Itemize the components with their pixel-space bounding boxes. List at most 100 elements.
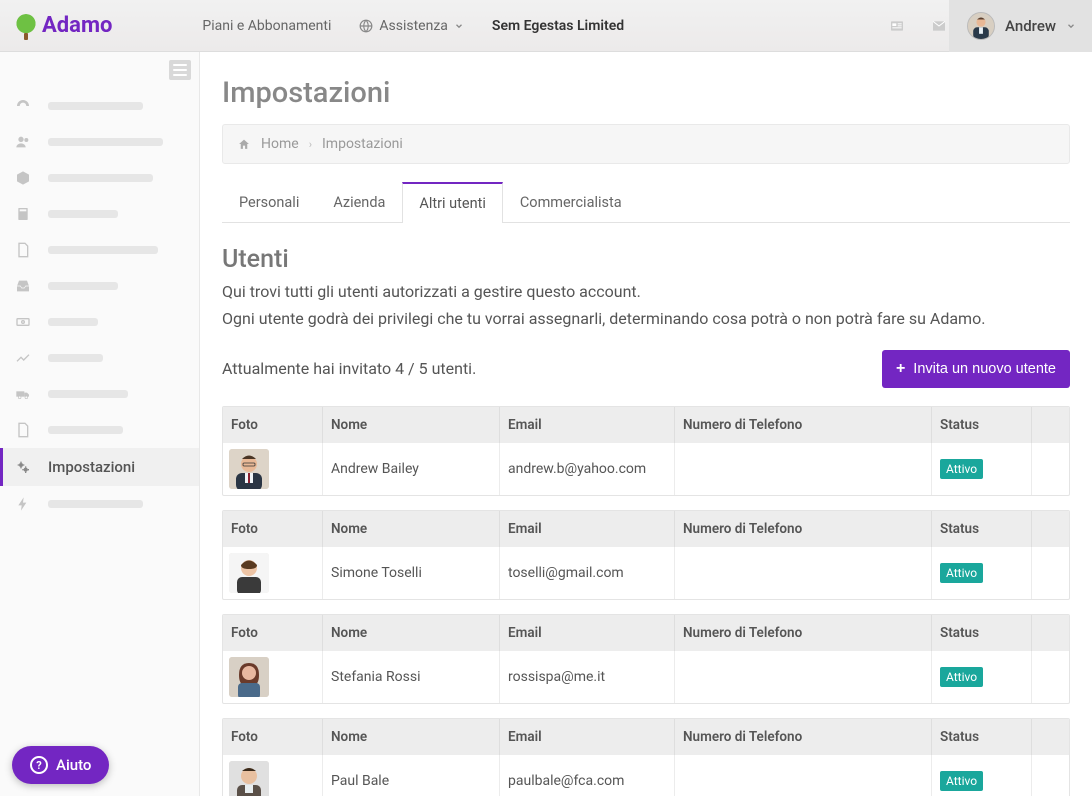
tab-personali[interactable]: Personali [222, 182, 316, 223]
sidebar-item-settings[interactable]: Impostazioni [0, 448, 199, 486]
top-icons [887, 18, 949, 34]
sidebar-item-power[interactable] [0, 486, 199, 522]
gauge-icon [14, 98, 32, 114]
file-icon [14, 242, 32, 258]
users-icon [14, 134, 32, 150]
cell-status: Attivo [932, 651, 1032, 703]
status-badge: Attivo [940, 667, 983, 687]
gears-icon [14, 459, 32, 475]
news-icon[interactable] [887, 18, 907, 34]
nav-assistance[interactable]: Assistenza [359, 18, 464, 34]
col-status: Status [932, 511, 1032, 547]
col-photo: Foto [223, 719, 323, 755]
tabs: Personali Azienda Altri utenti Commercia… [222, 182, 1070, 223]
cell-photo [223, 755, 323, 796]
sidebar-item-reports[interactable] [0, 340, 199, 376]
cell-name: Andrew Bailey [323, 443, 500, 495]
sidebar-item-dashboard[interactable] [0, 88, 199, 124]
brand-logo[interactable]: Adamo [14, 13, 112, 38]
col-email: Email [500, 511, 675, 547]
user-card: Foto Nome Email Numero di Telefono Statu… [222, 406, 1070, 496]
tree-icon [14, 14, 38, 38]
table-row: Simone Toselli toselli@gmail.com Attivo [223, 547, 1069, 599]
cell-email: toselli@gmail.com [500, 547, 675, 599]
cell-status: Attivo [932, 755, 1032, 796]
sidebar-item-customers[interactable] [0, 124, 199, 160]
table-header: Foto Nome Email Numero di Telefono Statu… [223, 615, 1069, 651]
user-card: Foto Nome Email Numero di Telefono Statu… [222, 510, 1070, 600]
cell-photo [223, 651, 323, 703]
nav-plans[interactable]: Piani e Abbonamenti [202, 18, 331, 34]
bolt-icon [14, 496, 32, 512]
sidebar-item-documents[interactable] [0, 412, 199, 448]
chevron-down-icon [454, 21, 464, 31]
cell-email: andrew.b@yahoo.com [500, 443, 675, 495]
sidebar-toggle[interactable] [169, 60, 191, 80]
breadcrumb-current: Impostazioni [322, 136, 403, 152]
avatar [229, 657, 269, 697]
avatar [229, 553, 269, 593]
user-menu[interactable]: Andrew [949, 0, 1092, 52]
user-card: Foto Nome Email Numero di Telefono Statu… [222, 718, 1070, 796]
cell-status: Attivo [932, 547, 1032, 599]
row-actions[interactable] [1032, 547, 1062, 599]
tab-altri-utenti[interactable]: Altri utenti [402, 182, 502, 223]
calculator-icon [14, 206, 32, 222]
inbox-icon [14, 278, 32, 294]
sidebar-item-receipts[interactable] [0, 268, 199, 304]
col-phone: Numero di Telefono [675, 615, 932, 651]
col-phone: Numero di Telefono [675, 511, 932, 547]
brand-name: Adamo [42, 13, 112, 38]
truck-icon [14, 386, 32, 402]
cell-photo [223, 443, 323, 495]
cell-name: Stefania Rossi [323, 651, 500, 703]
col-email: Email [500, 407, 675, 443]
row-actions[interactable] [1032, 651, 1062, 703]
col-phone: Numero di Telefono [675, 719, 932, 755]
col-email: Email [500, 615, 675, 651]
cell-phone [675, 651, 932, 703]
sidebar-item-quotes[interactable] [0, 196, 199, 232]
sidebar-item-products[interactable] [0, 160, 199, 196]
cell-email: paulbale@fca.com [500, 755, 675, 796]
sidebar: Impostazioni [0, 52, 200, 796]
user-count: Attualmente hai invitato 4 / 5 utenti. [222, 359, 476, 378]
sidebar-item-expenses[interactable] [0, 304, 199, 340]
top-nav: Piani e Abbonamenti Assistenza Sem Egest… [202, 18, 887, 34]
status-badge: Attivo [940, 459, 983, 479]
doc-icon [14, 422, 32, 438]
col-photo: Foto [223, 407, 323, 443]
sidebar-item-invoices[interactable] [0, 232, 199, 268]
avatar [967, 12, 995, 40]
chart-icon [14, 350, 32, 366]
section-description: Qui trovi tutti gli utenti autorizzati a… [222, 280, 1070, 332]
table-row: Paul Bale paulbale@fca.com Attivo [223, 755, 1069, 796]
cell-photo [223, 547, 323, 599]
sidebar-item-shipping[interactable] [0, 376, 199, 412]
row-actions[interactable] [1032, 443, 1062, 495]
help-widget[interactable]: ? Aiuto [12, 746, 109, 784]
invite-user-button[interactable]: + Invita un nuovo utente [882, 350, 1070, 388]
col-name: Nome [323, 511, 500, 547]
cell-name: Simone Toselli [323, 547, 500, 599]
cell-phone [675, 547, 932, 599]
section-title: Utenti [222, 245, 1070, 274]
row-actions[interactable] [1032, 755, 1062, 796]
cell-status: Attivo [932, 443, 1032, 495]
mail-icon[interactable] [929, 18, 949, 34]
sidebar-item-label: Impostazioni [48, 458, 135, 476]
tab-commercialista[interactable]: Commercialista [503, 182, 639, 223]
col-photo: Foto [223, 511, 323, 547]
cell-name: Paul Bale [323, 755, 500, 796]
nav-company[interactable]: Sem Egestas Limited [492, 18, 624, 34]
status-badge: Attivo [940, 563, 983, 583]
breadcrumb-home[interactable]: Home [261, 136, 299, 152]
chevron-down-icon [1066, 21, 1076, 31]
col-name: Nome [323, 407, 500, 443]
cell-phone [675, 755, 932, 796]
plus-icon: + [896, 360, 905, 378]
help-icon: ? [30, 756, 48, 774]
tab-azienda[interactable]: Azienda [316, 182, 402, 223]
col-status: Status [932, 719, 1032, 755]
col-name: Nome [323, 615, 500, 651]
